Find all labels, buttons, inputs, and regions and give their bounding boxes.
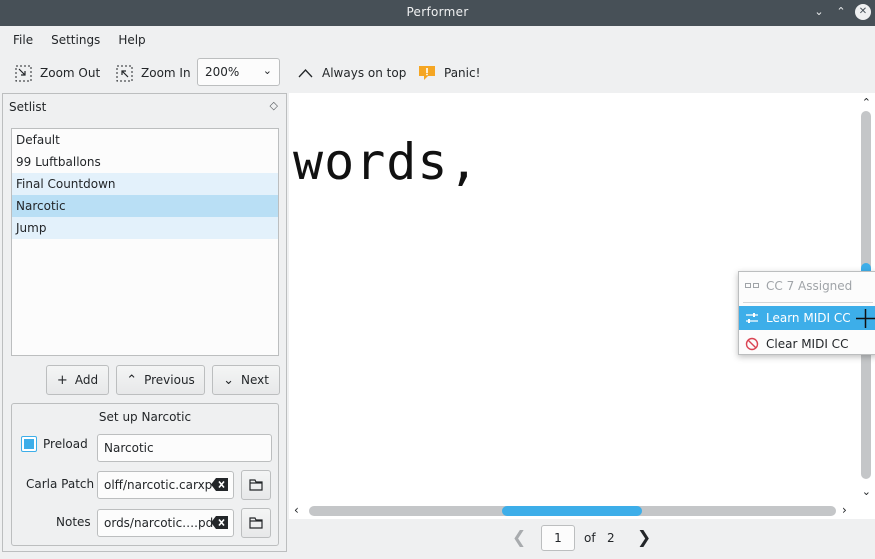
setlist-item-jump[interactable]: Jump bbox=[12, 217, 278, 239]
menu-file[interactable]: File bbox=[6, 33, 40, 47]
always-on-top-button[interactable]: Always on top bbox=[297, 62, 406, 84]
next-page-icon[interactable]: ❯ bbox=[637, 528, 651, 548]
setlist-dock: Setlist ◇ Default 99 Luftballons Final C… bbox=[2, 93, 287, 552]
previous-label: Previous bbox=[144, 373, 195, 387]
document-text: words, bbox=[293, 133, 480, 191]
chevron-up-icon bbox=[298, 68, 313, 77]
setlist-item-final-countdown[interactable]: Final Countdown bbox=[12, 173, 278, 195]
cc-assigned-label: CC 7 Assigned bbox=[766, 279, 853, 293]
learn-midi-cc-item[interactable]: Learn MIDI CC bbox=[739, 306, 875, 330]
crosshair-cursor-icon bbox=[856, 309, 875, 328]
notes-label: Notes bbox=[56, 515, 91, 529]
setup-title: Set up Narcotic bbox=[98, 410, 192, 424]
folder-icon bbox=[249, 479, 263, 491]
setlist-item-99-luftballons[interactable]: 99 Luftballons bbox=[12, 151, 278, 173]
scroll-down-icon[interactable]: ⌄ bbox=[862, 485, 871, 498]
carla-patch-value: olff/narcotic.carxp bbox=[104, 478, 213, 492]
toolbar: Zoom Out Zoom In Always on top Panic! bbox=[0, 54, 875, 92]
chevron-down-icon: ⌄ bbox=[223, 372, 234, 388]
chevron-up-icon: ⌃ bbox=[126, 372, 138, 388]
notes-input[interactable]: ords/narcotic….pdf bbox=[97, 509, 234, 537]
dock-float-icon[interactable]: ◇ bbox=[270, 99, 278, 112]
menu-separator bbox=[743, 302, 873, 303]
clear-text-icon[interactable] bbox=[211, 516, 228, 529]
window-title: Performer bbox=[406, 5, 469, 19]
forbidden-icon bbox=[745, 337, 759, 351]
clear-text-icon[interactable] bbox=[211, 478, 228, 491]
horizontal-scrollbar[interactable] bbox=[309, 506, 836, 516]
scroll-right-icon[interactable]: › bbox=[842, 503, 847, 517]
notes-value: ords/narcotic….pdf bbox=[104, 516, 218, 530]
setlist-list[interactable]: Default 99 Luftballons Final Countdown N… bbox=[11, 128, 279, 356]
song-name-input[interactable]: Narcotic bbox=[97, 434, 272, 462]
next-label: Next bbox=[240, 373, 269, 387]
zoom-out-label: Zoom Out bbox=[40, 66, 101, 80]
window-controls: ⌄ ⌃ ✕ bbox=[811, 4, 871, 20]
previous-page-icon[interactable]: ❮ bbox=[512, 528, 526, 548]
folder-icon bbox=[249, 517, 263, 529]
preload-checkbox[interactable] bbox=[21, 436, 37, 452]
scroll-up-icon[interactable]: ⌃ bbox=[862, 96, 871, 109]
panic-label: Panic! bbox=[444, 66, 481, 80]
carla-patch-input[interactable]: olff/narcotic.carxp bbox=[97, 471, 234, 499]
midi-context-menu: CC 7 Assigned Learn MIDI CC Clear MIDI C… bbox=[738, 271, 875, 355]
zoom-level-select[interactable]: 200% ⌄ bbox=[197, 58, 280, 86]
page-number-input[interactable]: 1 bbox=[541, 525, 575, 551]
close-icon[interactable]: ✕ bbox=[855, 4, 871, 20]
setlist-title: Setlist bbox=[9, 100, 47, 114]
page-of-label: of bbox=[584, 531, 596, 545]
page-navigation: ❮ 1 of 2 ❯ bbox=[289, 520, 875, 556]
minimize-icon[interactable]: ⌄ bbox=[811, 4, 827, 20]
menu-help[interactable]: Help bbox=[111, 33, 152, 47]
chevron-down-icon: ⌄ bbox=[262, 64, 272, 77]
setlist-item-default[interactable]: Default bbox=[12, 129, 278, 151]
link-icon bbox=[745, 283, 759, 288]
clear-midi-cc-label: Clear MIDI CC bbox=[766, 337, 849, 351]
panic-warning-icon bbox=[419, 66, 435, 80]
always-on-top-label: Always on top bbox=[322, 66, 407, 80]
menu-settings[interactable]: Settings bbox=[44, 33, 107, 47]
zoom-out-icon bbox=[15, 65, 32, 81]
zoom-level-value: 200% bbox=[205, 65, 240, 79]
cc-assigned-item: CC 7 Assigned bbox=[739, 274, 875, 298]
notes-browse-button[interactable] bbox=[241, 508, 271, 538]
panic-button[interactable]: Panic! bbox=[418, 62, 480, 84]
add-button[interactable]: + Add bbox=[46, 365, 109, 395]
setlist-item-narcotic[interactable]: Narcotic bbox=[12, 195, 278, 217]
carla-patch-browse-button[interactable] bbox=[241, 470, 271, 500]
song-name-value: Narcotic bbox=[104, 441, 154, 455]
sliders-icon bbox=[746, 313, 758, 323]
maximize-icon[interactable]: ⌃ bbox=[833, 4, 849, 20]
clear-midi-cc-item[interactable]: Clear MIDI CC bbox=[739, 332, 875, 356]
scroll-left-icon[interactable]: ‹ bbox=[294, 503, 299, 517]
carla-patch-label: Carla Patch bbox=[26, 477, 95, 491]
page-total-label: 2 bbox=[607, 531, 615, 545]
previous-button[interactable]: ⌃ Previous bbox=[116, 365, 205, 395]
setup-group: Set up Narcotic Preload Narcotic Carla P… bbox=[11, 403, 279, 546]
zoom-in-button[interactable]: Zoom In bbox=[116, 62, 191, 84]
horizontal-scroll-thumb[interactable] bbox=[502, 506, 642, 516]
zoom-out-button[interactable]: Zoom Out bbox=[15, 62, 100, 84]
learn-midi-cc-label: Learn MIDI CC bbox=[766, 311, 851, 325]
zoom-in-label: Zoom In bbox=[141, 66, 191, 80]
zoom-in-icon bbox=[116, 65, 133, 81]
plus-icon: + bbox=[56, 372, 68, 388]
window-titlebar: Performer ⌄ ⌃ ✕ bbox=[0, 0, 875, 26]
preload-label: Preload bbox=[43, 437, 88, 451]
add-label: Add bbox=[74, 373, 99, 387]
checkbox-check-icon bbox=[24, 439, 34, 449]
next-button[interactable]: ⌄ Next bbox=[212, 365, 280, 395]
menubar: File Settings Help bbox=[0, 26, 875, 54]
